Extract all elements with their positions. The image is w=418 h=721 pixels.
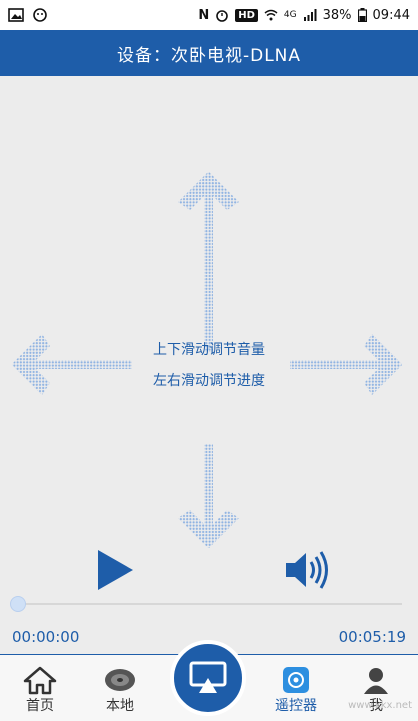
nav-local-label: 本地 xyxy=(106,698,134,714)
play-icon[interactable] xyxy=(96,548,136,592)
status-left xyxy=(8,8,48,22)
nav-local[interactable]: 本地 xyxy=(80,655,160,721)
current-time: 00:00:00 xyxy=(12,628,80,646)
hd-badge: HD xyxy=(235,8,258,22)
disk-icon xyxy=(105,669,135,691)
remote-icon xyxy=(283,667,309,693)
alarm-icon xyxy=(216,10,229,22)
home-icon xyxy=(23,666,57,695)
status-right: N HD 4G 38% 09:44 xyxy=(198,8,410,23)
nfc-icon: N xyxy=(198,7,210,23)
watermark: www.kkx.net xyxy=(348,700,412,711)
device-title-bar: 设备：次卧电视-DLNA xyxy=(0,30,418,76)
progress-track[interactable] xyxy=(18,603,402,605)
volume-icon[interactable] xyxy=(284,550,332,590)
down-arrow-icon xyxy=(178,444,239,548)
arrow-layer xyxy=(12,172,402,548)
network-type: 4G xyxy=(283,10,297,20)
volume-hint: 上下滑动调节音量 xyxy=(153,342,265,358)
cat-notification-icon xyxy=(33,8,47,22)
progress-knob[interactable] xyxy=(10,596,26,612)
cast-icon xyxy=(189,661,227,693)
signal-icon xyxy=(303,9,317,21)
status-bar: N HD 4G 38% 09:44 xyxy=(0,0,418,30)
gesture-area[interactable]: 上下滑动调节音量 左右滑动调节进度 00:00:00 00:05:19 xyxy=(0,76,418,654)
image-notification-icon xyxy=(8,8,24,22)
wifi-icon xyxy=(264,9,278,21)
cast-button[interactable] xyxy=(170,640,246,716)
nav-remote[interactable]: 遥控器 xyxy=(256,655,336,721)
page-title: 设备：次卧电视-DLNA xyxy=(116,45,302,66)
up-arrow-icon xyxy=(178,172,239,352)
nav-remote-label: 遥控器 xyxy=(275,698,317,714)
battery-percent: 38% xyxy=(322,7,352,23)
nav-home-label: 首页 xyxy=(26,698,54,714)
user-icon xyxy=(364,668,388,694)
seek-hint: 左右滑动调节进度 xyxy=(153,373,265,389)
nav-me[interactable]: 我 xyxy=(336,655,416,721)
nav-home[interactable]: 首页 xyxy=(0,655,80,721)
clock: 09:44 xyxy=(372,7,410,23)
battery-icon xyxy=(357,8,367,22)
total-time: 00:05:19 xyxy=(338,628,406,646)
